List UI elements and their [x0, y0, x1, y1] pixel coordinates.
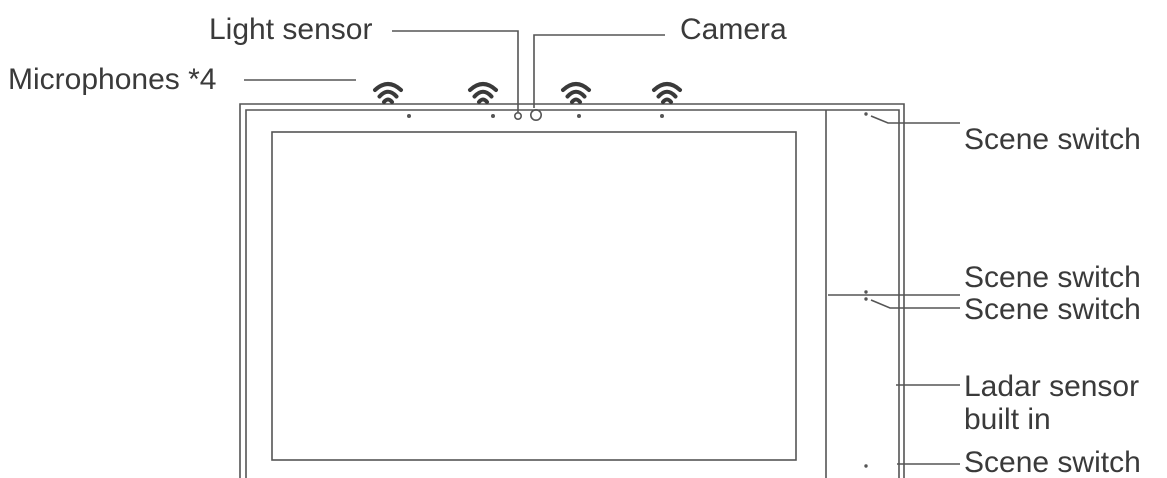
light-sensor: [513, 112, 522, 121]
scene-switch-mid-2-label: Scene switch: [964, 293, 1141, 326]
light-sensor-leader: [392, 30, 519, 112]
sound-wave-icon: [373, 82, 403, 104]
scene-switch-mid-2-leader: [870, 299, 960, 309]
scene-switch-bottom-label: Scene switch: [964, 446, 1141, 478]
sound-wave-icon: [652, 82, 682, 104]
device-outer-frame: [239, 103, 905, 478]
screen: [271, 131, 797, 461]
ladar-sensor-label-line2: built in: [964, 403, 1051, 436]
microphones-label: Microphones *4: [8, 63, 217, 96]
camera-label: Camera: [680, 13, 787, 46]
device-diagram: Light sensor Camera Microphones *4 Scene…: [0, 0, 1167, 478]
microphone-hole: [577, 114, 581, 118]
scene-switch-dot: [864, 290, 868, 294]
camera-leader: [533, 34, 665, 108]
microphone-hole: [660, 114, 664, 118]
scene-switch-dot: [864, 297, 868, 301]
light-sensor-label: Light sensor: [209, 13, 373, 46]
scene-switch-dot: [864, 112, 868, 116]
scene-switch-mid-1-label: Scene switch: [964, 261, 1141, 294]
scene-switch-top-leader: [870, 115, 960, 124]
camera-lens: [529, 109, 542, 122]
scene-switch-dot: [864, 464, 868, 468]
microphone-hole: [407, 114, 411, 118]
microphone-hole: [491, 114, 495, 118]
sound-wave-icon: [561, 82, 591, 104]
scene-switch-top-label: Scene switch: [964, 123, 1141, 156]
sound-wave-icon: [468, 82, 498, 104]
device-inner-frame: [245, 109, 900, 478]
ladar-sensor-label-line1: Ladar sensor: [964, 370, 1140, 403]
